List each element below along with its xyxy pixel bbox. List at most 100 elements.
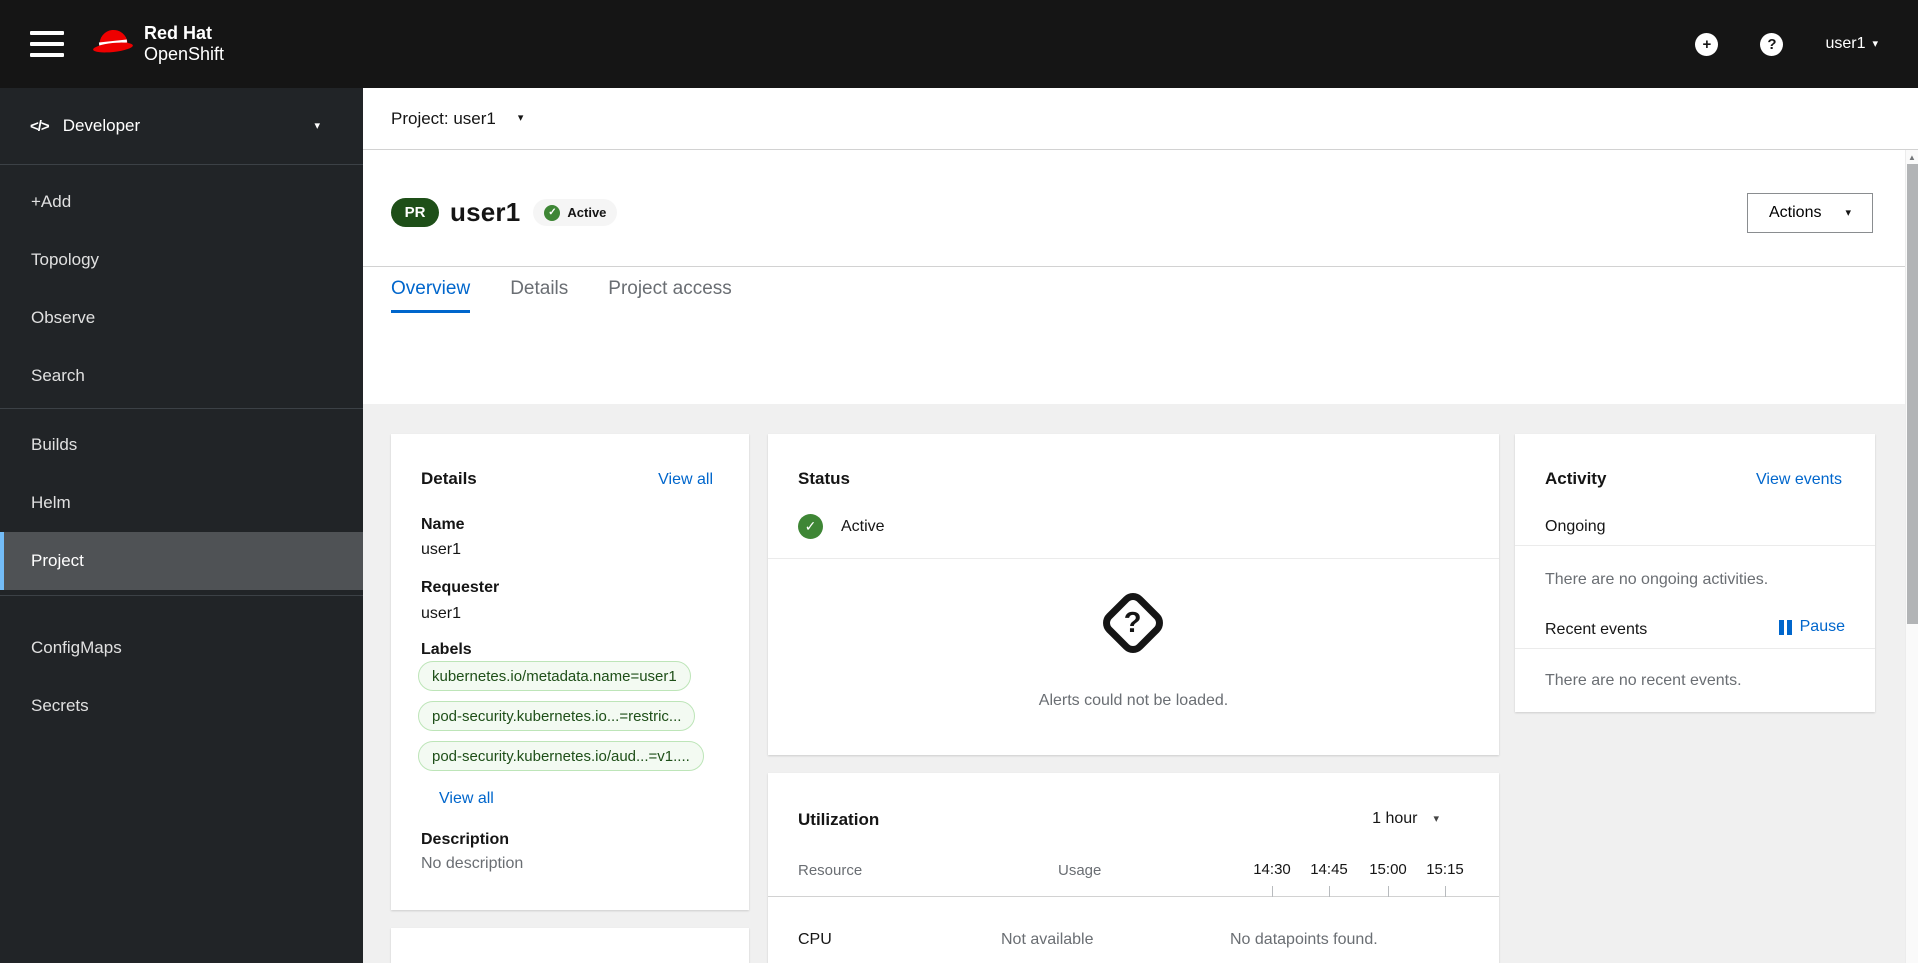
- card-divider: [768, 558, 1499, 559]
- details-view-all-link[interactable]: View all: [658, 471, 713, 489]
- status-active-label: Active: [841, 517, 885, 535]
- utilization-row-usage: Not available: [1001, 931, 1094, 948]
- time-tick-label: 14:45: [1310, 861, 1348, 878]
- view-events-link[interactable]: View events: [1756, 471, 1842, 489]
- description-label: Description: [421, 831, 510, 848]
- usage-column-header: Usage: [1058, 862, 1102, 879]
- pause-label: Pause: [1799, 618, 1845, 635]
- sidebar-item-builds[interactable]: Builds: [0, 416, 363, 474]
- tabs: Overview Details Project access: [363, 267, 1918, 316]
- duration-value: 1 hour: [1372, 810, 1418, 827]
- project-resource-badge: PR: [391, 198, 439, 227]
- label-pill[interactable]: kubernetes.io/metadata.name=user1: [418, 661, 691, 691]
- sidebar-item-topology[interactable]: Topology: [0, 231, 363, 289]
- name-value: user1: [421, 541, 462, 558]
- axis-tick: [1388, 886, 1389, 897]
- status-badge-label: Active: [567, 205, 607, 220]
- page-title: user1: [450, 197, 521, 227]
- status-card: Status ✓ Active ? Alerts could not be lo…: [768, 434, 1499, 755]
- duration-dropdown[interactable]: 1 hour ▾: [1372, 810, 1439, 828]
- check-circle-icon: ✓: [544, 204, 561, 221]
- caret-down-icon: ▾: [1433, 812, 1439, 825]
- ongoing-empty-message: There are no ongoing activities.: [1545, 571, 1769, 588]
- caret-down-icon: ▾: [314, 119, 320, 132]
- help-icon[interactable]: ?: [1760, 32, 1784, 56]
- details-card-title: Details: [421, 469, 477, 488]
- time-tick-label: 15:15: [1426, 861, 1464, 878]
- sidebar-item-add[interactable]: +Add: [0, 173, 363, 231]
- caret-down-icon: ▾: [1872, 37, 1878, 50]
- alerts-empty-message: Alerts could not be loaded.: [1038, 692, 1229, 709]
- resource-column-header: Resource: [798, 862, 863, 879]
- check-circle-icon: ✓: [798, 514, 823, 539]
- card-divider: [1515, 648, 1875, 649]
- axis-tick: [1272, 886, 1273, 897]
- labels-view-all-link[interactable]: View all: [439, 790, 494, 808]
- actions-dropdown[interactable]: Actions ▾: [1747, 193, 1873, 233]
- status-card-title: Status: [798, 469, 850, 488]
- axis-rule: [768, 896, 1499, 897]
- label-pill[interactable]: pod-security.kubernetes.io/aud...=v1....: [418, 741, 704, 771]
- actions-label: Actions: [1769, 204, 1822, 221]
- tab-details[interactable]: Details: [510, 267, 568, 313]
- sidebar-item-observe[interactable]: Observe: [0, 289, 363, 347]
- sidebar-divider: [0, 595, 363, 596]
- utilization-row-resource: CPU: [798, 931, 832, 948]
- utilization-card-title: Utilization: [798, 810, 880, 829]
- brand-line1: Red Hat: [144, 23, 213, 43]
- sidebar-item-search[interactable]: Search: [0, 347, 363, 405]
- status-badge: ✓ Active: [533, 199, 618, 226]
- unknown-alerts-icon: ?: [1097, 587, 1169, 659]
- label-pill[interactable]: pod-security.kubernetes.io...=restric...: [418, 701, 696, 731]
- utilization-row-chart: No datapoints found.: [1230, 931, 1378, 948]
- perspective-label: Developer: [62, 116, 141, 135]
- redhat-hat-icon: [92, 28, 134, 60]
- activity-card: Activity View events Ongoing There are n…: [1515, 434, 1875, 712]
- time-tick-label: 14:30: [1253, 861, 1291, 878]
- scroll-up-arrow-icon[interactable]: ▲: [1906, 153, 1918, 162]
- sidebar-item-secrets[interactable]: Secrets: [0, 677, 363, 735]
- utilization-card: Utilization 1 hour ▾ Resource Usage 14:3…: [768, 773, 1499, 963]
- time-tick-label: 15:00: [1369, 861, 1407, 878]
- description-value: No description: [421, 855, 524, 872]
- sidebar: </> Developer ▾ +Add Topology Observe Se…: [0, 88, 363, 963]
- caret-down-icon: ▾: [1845, 206, 1851, 219]
- redhat-openshift-logo: Red Hat OpenShift: [92, 23, 224, 65]
- requester-value: user1: [421, 605, 462, 622]
- main-area: Project: user1 ▾ PR user1 ✓ Active Actio…: [363, 88, 1918, 963]
- sidebar-item-project[interactable]: Project: [0, 532, 363, 590]
- code-icon: </>: [30, 117, 50, 135]
- overview-content: Details View all Name user1 Requester us…: [363, 404, 1918, 963]
- axis-tick: [1329, 886, 1330, 897]
- name-label: Name: [421, 516, 465, 533]
- recent-events-label: Recent events: [1545, 621, 1648, 638]
- inventory-card: Inventory 0 Deployments: [391, 928, 749, 963]
- user-menu[interactable]: user1 ▾: [1825, 35, 1878, 53]
- brand-line2: OpenShift: [144, 44, 225, 64]
- project-selector[interactable]: Project: user1: [391, 109, 496, 129]
- page-header: PR user1 ✓ Active Actions ▾: [363, 150, 1918, 267]
- requester-label: Requester: [421, 579, 500, 596]
- activity-card-title: Activity: [1545, 469, 1607, 488]
- hamburger-menu-icon[interactable]: [30, 31, 64, 57]
- tab-overview[interactable]: Overview: [391, 267, 471, 313]
- pause-icon: [1778, 619, 1792, 635]
- add-plus-icon[interactable]: +: [1695, 32, 1719, 56]
- details-card: Details View all Name user1 Requester us…: [391, 434, 749, 910]
- axis-tick: [1445, 886, 1446, 897]
- project-context-bar: Project: user1 ▾: [363, 88, 1918, 150]
- sidebar-item-helm[interactable]: Helm: [0, 474, 363, 532]
- scrollbar[interactable]: ▲: [1905, 150, 1918, 963]
- card-divider: [1515, 545, 1875, 546]
- tab-project-access[interactable]: Project access: [608, 267, 732, 313]
- masthead: Red Hat OpenShift + ? user1 ▾: [0, 0, 1918, 88]
- username: user1: [1825, 35, 1866, 52]
- scrollbar-thumb[interactable]: [1907, 164, 1918, 624]
- sidebar-item-configmaps[interactable]: ConfigMaps: [0, 619, 363, 677]
- caret-down-icon[interactable]: ▾: [518, 113, 524, 124]
- recent-empty-message: There are no recent events.: [1545, 672, 1742, 689]
- sidebar-divider: [0, 408, 363, 409]
- perspective-switcher[interactable]: </> Developer ▾: [0, 88, 363, 165]
- labels-label: Labels: [421, 641, 472, 658]
- pause-events-button[interactable]: Pause: [1778, 618, 1845, 636]
